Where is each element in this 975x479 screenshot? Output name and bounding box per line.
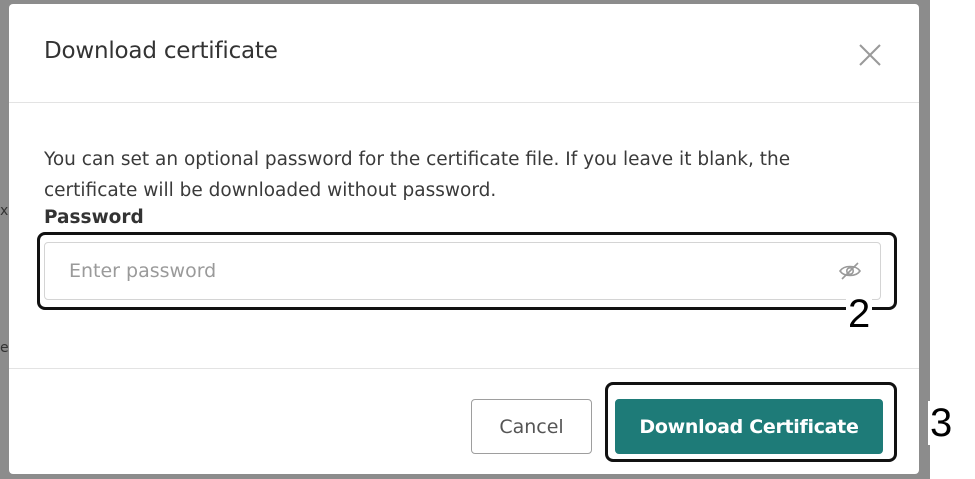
backdrop-text: x — [0, 203, 9, 219]
dialog-description: You can set an optional password for the… — [44, 149, 791, 201]
page: x e Download certificate You can set an … — [0, 0, 975, 479]
download-certificate-dialog: Download certificate You can set an opti… — [9, 4, 919, 474]
close-icon — [859, 44, 881, 66]
dialog-header: Download certificate — [9, 4, 919, 103]
dialog-title: Download certificate — [44, 38, 278, 64]
dialog-body: You can set an optional password for the… — [9, 103, 919, 368]
download-certificate-button[interactable]: Download Certificate — [615, 399, 883, 454]
password-input[interactable] — [45, 243, 825, 299]
toggle-password-visibility-button[interactable] — [838, 260, 862, 282]
password-field — [44, 242, 881, 300]
callout-number-3: 3 — [928, 401, 955, 445]
dialog-footer: Cancel Download Certificate — [9, 368, 919, 475]
password-label: Password — [44, 207, 144, 228]
close-button[interactable] — [855, 40, 885, 70]
cancel-button[interactable]: Cancel — [471, 399, 592, 454]
backdrop-text: e — [0, 340, 9, 356]
callout-number-2: 2 — [846, 292, 873, 336]
eye-slash-icon — [839, 262, 861, 280]
